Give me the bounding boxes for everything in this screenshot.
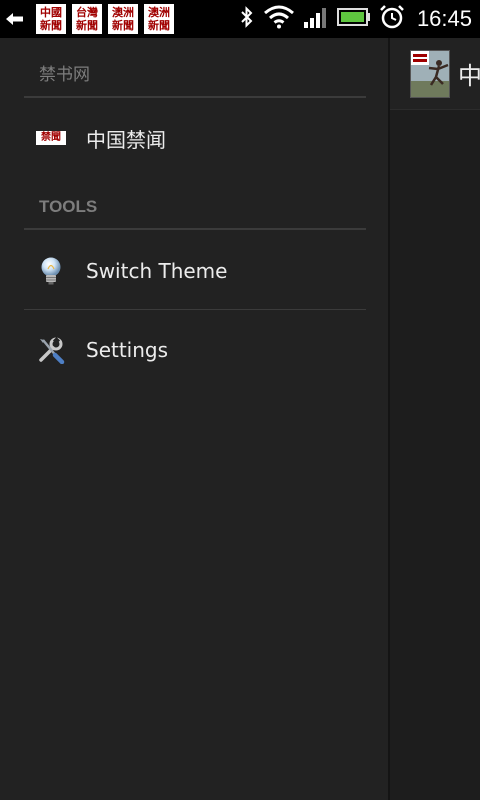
drawer-item-label: Settings bbox=[86, 338, 169, 362]
notification-icon-australia-news-2[interactable]: 澳洲 新聞 bbox=[144, 4, 174, 34]
drawer-item-switch-theme[interactable]: Switch Theme bbox=[24, 232, 366, 310]
notification-icon-china-news[interactable]: 中國 新聞 bbox=[36, 4, 66, 34]
main-content-pane: 中 bbox=[388, 38, 480, 800]
app-logo-icon[interactable] bbox=[410, 49, 450, 98]
feed-logo-icon: 禁聞 bbox=[36, 131, 66, 145]
lightbulb-icon bbox=[36, 256, 66, 286]
bluetooth-icon bbox=[239, 5, 255, 33]
notification-icon-taiwan-news[interactable]: 台灣 新聞 bbox=[72, 4, 102, 34]
status-time: 16:45 bbox=[416, 6, 472, 31]
navigation-drawer: 禁书网 禁聞 中国禁闻 TOOLS Switch Theme Settings bbox=[0, 38, 388, 800]
section-header-tools: TOOLS bbox=[24, 170, 366, 230]
drawer-item-settings[interactable]: Settings bbox=[24, 311, 366, 389]
wrench-screwdriver-icon bbox=[36, 335, 66, 365]
action-bar-title: 中 bbox=[458, 62, 480, 90]
battery-icon bbox=[336, 7, 371, 31]
drawer-item-label: Switch Theme bbox=[86, 258, 228, 283]
drawer-item-china-banned-news[interactable]: 禁聞 中国禁闻 bbox=[24, 99, 366, 177]
section-header-feeds: 禁书网 bbox=[24, 38, 366, 98]
alarm-clock-icon bbox=[379, 4, 405, 34]
drawer-item-label: 中国禁闻 bbox=[86, 127, 166, 152]
signal-strength-icon bbox=[303, 6, 329, 32]
notification-icon-australia-news[interactable]: 澳洲 新聞 bbox=[108, 4, 138, 34]
wifi-icon bbox=[263, 5, 295, 33]
back-arrow-icon[interactable] bbox=[0, 0, 30, 38]
action-bar: 中 bbox=[390, 38, 480, 110]
status-bar: 中國 新聞 台灣 新聞 澳洲 新聞 澳洲 新聞 16:45 bbox=[0, 0, 480, 38]
